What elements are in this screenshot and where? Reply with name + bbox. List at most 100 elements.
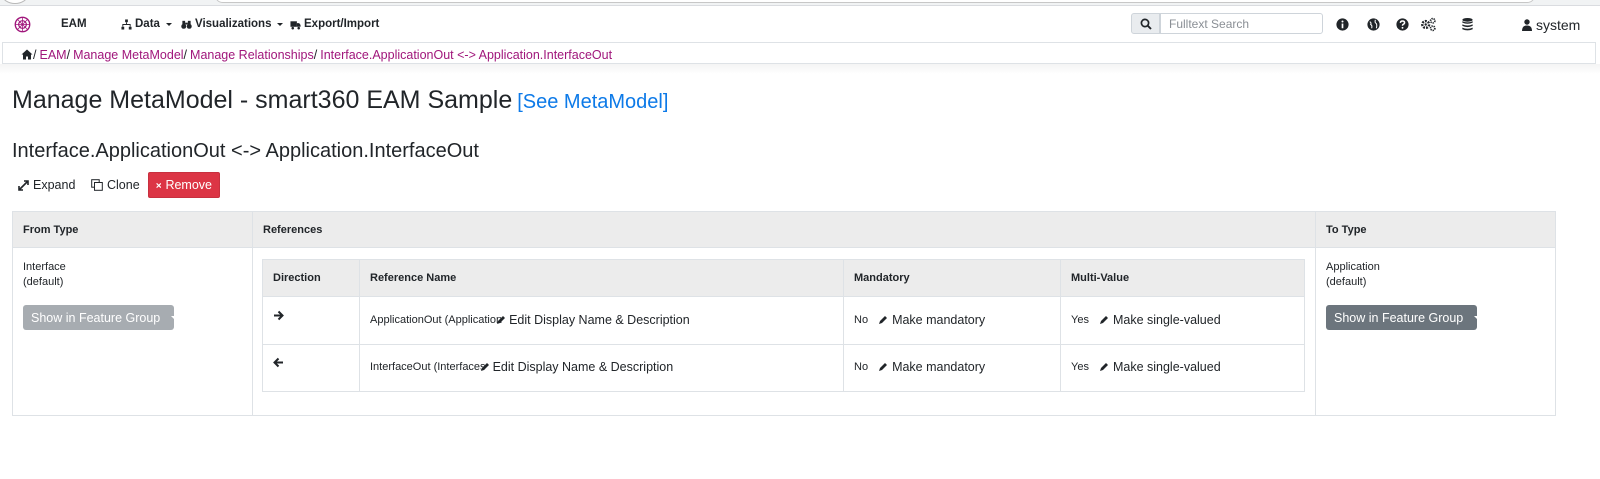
references-table: Direction Reference Name Mandatory Multi… [262,259,1305,392]
multi-value-value: Yes [1071,361,1089,373]
make-single-valued-label: Make single-valued [1112,313,1221,327]
user-menu[interactable]: system [1522,17,1580,33]
reference-name-header: Reference Name [370,272,457,284]
make-single-valued-label: Make single-valued [1112,360,1221,374]
pencil-icon [497,316,506,324]
clone-button[interactable]: Clone [91,172,140,198]
binoculars-icon [181,20,192,29]
home-icon[interactable] [21,49,33,60]
column-divider [843,260,844,391]
pencil-icon [1099,316,1108,324]
mandatory-value: No [854,361,869,373]
column-divider [1060,260,1061,391]
pencil-icon [879,363,888,371]
make-single-valued-button[interactable]: Make single-valued [1099,360,1221,374]
globe-icon[interactable] [1366,17,1381,32]
breadcrumb-manage-relationships[interactable]: Manage Relationships [190,48,314,62]
from-type-cell: Interface (default) [23,260,66,290]
mandatory-header: Mandatory [854,272,910,284]
search-button[interactable] [1131,13,1160,34]
database-icon[interactable] [1460,17,1475,32]
pencil-icon [1099,363,1108,371]
column-divider [1315,212,1316,415]
remove-label: Remove [165,178,212,192]
from-type-name: Interface [23,261,66,273]
to-type-variant: (default) [1326,276,1367,288]
pencil-icon [480,363,489,371]
row-divider [263,344,1304,345]
reference-name: ApplicationOut (Application [370,314,503,326]
app-logo-icon[interactable] [14,16,31,33]
breadcrumb-current-relationship[interactable]: Interface.ApplicationOut <-> Application… [320,48,612,62]
make-mandatory-label: Make mandatory [892,360,986,374]
table-row: InterfaceOut (Interfaces Edit Display Na… [370,360,673,374]
multi-value-cell: Yes Make single-valued [1071,360,1221,374]
edit-display-name-button[interactable]: Edit Display Name & Description [480,360,674,374]
multi-value-value: Yes [1071,314,1089,326]
edit-display-name-button[interactable]: Edit Display Name & Description [496,313,690,327]
make-mandatory-label: Make mandatory [892,313,986,327]
nav-data-menu[interactable]: Data [121,18,172,30]
page-title: Manage MetaModel - smart360 EAM Sample [… [12,86,668,115]
to-type-header: To Type [1326,224,1367,236]
relationship-table-header [13,212,1555,248]
settings-gears-icon[interactable] [1420,17,1437,32]
arrow-right-icon [274,310,284,321]
make-mandatory-button[interactable]: Make mandatory [878,313,985,327]
chevron-down-icon [171,316,178,319]
nav-export-import-label: Export/Import [304,18,380,30]
edit-display-name-label: Edit Display Name & Description [509,313,690,327]
from-show-in-feature-group-button[interactable]: Show in Feature Group [23,305,178,330]
truck-icon [290,20,301,29]
fulltext-search-input[interactable] [1160,13,1323,34]
page-title-text: Manage MetaModel - smart360 EAM Sample [12,86,513,114]
user-name: system [1536,17,1581,33]
breadcrumb-manage-metamodel[interactable]: Manage MetaModel [73,48,183,62]
to-feature-group-label: Show in Feature Group [1334,310,1464,325]
breadcrumb-eam[interactable]: EAM [39,48,66,62]
chevron-down-icon [165,22,172,26]
see-metamodel-link[interactable]: [See MetaModel] [517,91,668,114]
remove-button[interactable]: Remove [148,172,220,198]
help-icon[interactable] [1395,17,1410,32]
top-navbar: EAM Data Visualizations Export/Import Fu… [0,8,1600,42]
direction-header: Direction [273,272,321,284]
mandatory-value: No [854,314,869,326]
browser-button[interactable] [2,0,28,4]
breadcrumb-separator: / [313,47,318,62]
breadcrumb: / EAM / Manage MetaModel / Manage Relation… [2,42,1596,64]
mandatory-cell: No Make mandatory [854,360,985,374]
from-feature-group-label: Show in Feature Group [31,310,161,325]
column-divider [252,212,253,415]
edit-display-name-label: Edit Display Name & Description [492,360,674,374]
pencil-icon [879,316,888,324]
expand-arrows-icon [18,179,29,191]
user-icon [1522,19,1532,31]
mandatory-cell: No Make mandatory [854,313,985,327]
expand-button[interactable]: Expand [18,172,75,198]
to-type-cell: Application (default) [1326,260,1380,290]
breadcrumb-separator: / [33,47,37,62]
browser-toolbar [0,0,1600,6]
nav-data-label: Data [135,18,160,30]
clone-label: Clone [107,178,140,192]
breadcrumb-shadow [0,64,1600,74]
relationship-title: Interface.ApplicationOut <-> Application… [12,140,479,162]
search-icon [1140,18,1152,30]
brand-link[interactable]: EAM [61,18,87,30]
sitemap-icon [121,18,132,30]
references-header: References [263,224,323,236]
info-icon[interactable] [1335,17,1350,32]
close-icon [156,182,162,188]
arrow-left-icon [273,357,283,368]
nav-export-import[interactable]: Export/Import [290,18,379,30]
browser-url-bar[interactable] [215,0,1535,3]
chevron-down-icon [1474,316,1481,319]
nav-visualizations-menu[interactable]: Visualizations [181,18,284,30]
chevron-down-icon [277,22,284,26]
make-mandatory-button[interactable]: Make mandatory [878,360,985,374]
make-single-valued-button[interactable]: Make single-valued [1099,313,1221,327]
to-show-in-feature-group-button[interactable]: Show in Feature Group [1326,305,1481,330]
expand-label: Expand [33,178,76,192]
multi-value-header: Multi-Value [1071,272,1130,284]
